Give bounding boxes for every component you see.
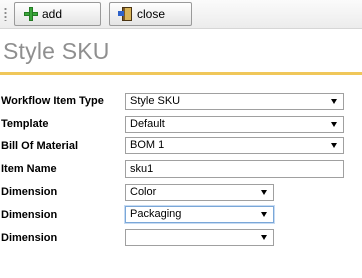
workflow-item-type-value: Style SKU xyxy=(130,95,181,107)
add-button[interactable]: add xyxy=(14,2,101,26)
template-value: Default xyxy=(130,118,165,130)
dimension-2-label: Dimension xyxy=(1,209,58,221)
close-button-label: close xyxy=(137,7,166,21)
dimension-1-value: Color xyxy=(130,186,157,198)
workflow-item-type-select[interactable]: Style SKU xyxy=(125,93,344,110)
chevron-down-icon xyxy=(261,190,267,195)
chevron-down-icon xyxy=(261,212,267,217)
toolbar-grip-icon[interactable] xyxy=(4,7,7,21)
workflow-item-type-label: Workflow Item Type xyxy=(1,95,104,107)
chevron-down-icon xyxy=(331,99,337,104)
close-button[interactable]: close xyxy=(109,2,192,26)
item-name-value: sku1 xyxy=(130,163,154,175)
close-door-icon xyxy=(118,7,133,21)
dimension-3-label: Dimension xyxy=(1,232,58,244)
add-icon xyxy=(24,7,38,21)
dimension-1-label: Dimension xyxy=(1,186,58,198)
chevron-down-icon xyxy=(331,122,337,127)
bill-of-material-value: BOM 1 xyxy=(130,139,165,151)
chevron-down-icon xyxy=(331,143,337,148)
chevron-down-icon xyxy=(261,235,267,240)
template-select[interactable]: Default xyxy=(125,116,344,133)
dimension-2-value: Packaging xyxy=(130,208,182,220)
toolbar: add close xyxy=(0,0,362,29)
item-name-label: Item Name xyxy=(1,163,57,175)
item-name-input[interactable]: sku1 xyxy=(125,160,344,178)
title-divider xyxy=(0,72,362,75)
dimension-3-select[interactable] xyxy=(125,229,274,246)
page-title: Style SKU xyxy=(3,38,110,64)
dimension-2-select[interactable]: Packaging xyxy=(125,206,274,223)
bill-of-material-label: Bill Of Material xyxy=(1,140,79,152)
dimension-1-select[interactable]: Color xyxy=(125,184,274,201)
bill-of-material-select[interactable]: BOM 1 xyxy=(125,137,344,154)
add-button-label: add xyxy=(42,7,63,21)
template-label: Template xyxy=(1,118,49,130)
